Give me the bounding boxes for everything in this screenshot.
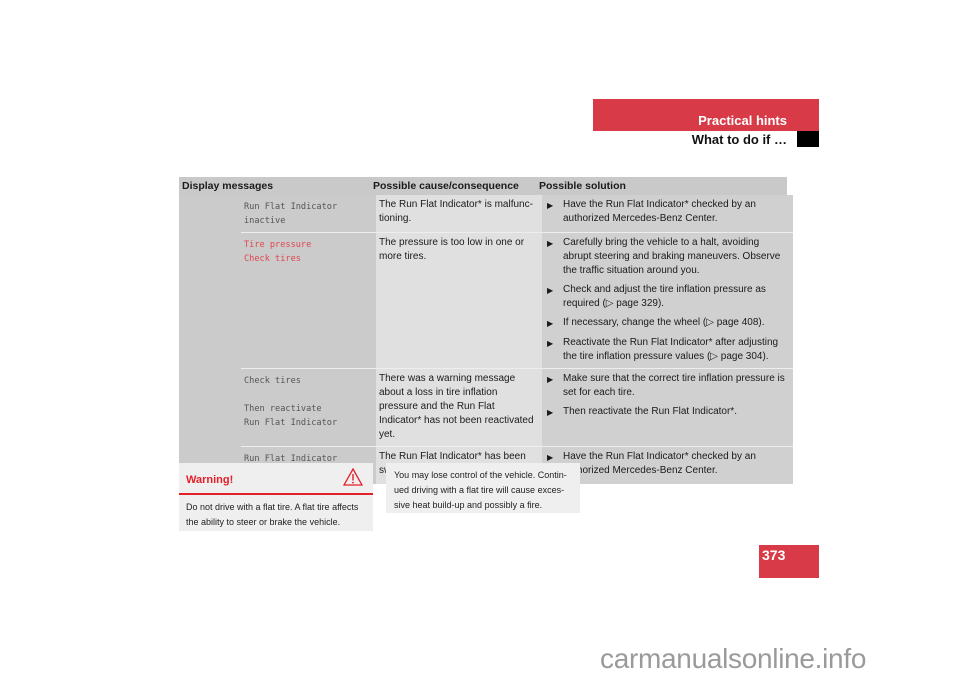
solution-cell: ▶ Make sure that the correct tire inflati… — [542, 369, 793, 446]
column-header-cause: Possible cause/consequence — [373, 180, 519, 192]
cause-text: There was a warning message about a loss… — [376, 369, 542, 446]
page-number: 373 — [762, 547, 786, 563]
table-header: Display messages Possible cause/conseque… — [179, 177, 787, 195]
table-row: Tire pressure Check tires The pressure is… — [241, 232, 793, 368]
display-message: Check tires Then reactivate Run Flat Ind… — [241, 369, 376, 446]
solution-item: ▶ Make sure that the correct tire inflati… — [545, 372, 789, 400]
display-messages-table: Display messages Possible cause/conseque… — [179, 177, 793, 484]
display-message: Run Flat Indicator inactive — [241, 195, 376, 232]
arrow-right-icon: ▶ — [547, 375, 554, 384]
section-title: Practical hints — [698, 113, 787, 128]
warning-box: Warning! Do not drive with a flat tire. … — [179, 463, 373, 531]
solution-text: Check and adjust the tire inflation pres… — [563, 284, 766, 309]
arrow-right-icon: ▶ — [547, 286, 554, 295]
table-row: Run Flat Indicator inactive The Run Flat … — [241, 195, 793, 232]
solution-cell: ▶ Have the Run Flat Indicator* checked by… — [542, 195, 793, 232]
column-header-display-messages: Display messages — [182, 180, 274, 192]
section-marker — [797, 131, 819, 147]
solution-text: Reactivate the Run Flat Indicator* after… — [563, 337, 779, 362]
arrow-right-icon: ▶ — [547, 201, 554, 210]
section-header-band: Practical hints — [593, 99, 819, 131]
solution-text: Carefully bring the vehicle to a halt, a… — [563, 237, 781, 276]
solution-text: Have the Run Flat Indicator* checked by … — [563, 199, 756, 224]
arrow-right-icon: ▶ — [547, 339, 554, 348]
solution-item: ▶ Carefully bring the vehicle to a halt, … — [545, 236, 789, 278]
table-row: Check tires Then reactivate Run Flat Ind… — [241, 368, 793, 446]
solution-cell: ▶ Carefully bring the vehicle to a halt, … — [542, 233, 793, 368]
subsection-title: What to do if … — [691, 132, 787, 147]
warning-continuation-box: You may lose control of the vehicle. Con… — [386, 463, 580, 513]
arrow-right-icon: ▶ — [547, 319, 554, 328]
display-message: Tire pressure Check tires — [241, 233, 376, 368]
solution-item: ▶ Reactivate the Run Flat Indicator* afte… — [545, 336, 789, 364]
page-number-badge: 373 — [759, 545, 819, 578]
warning-triangle-icon — [343, 468, 363, 486]
solution-text: If necessary, change the wheel (▷ page 4… — [563, 317, 765, 328]
watermark: carmanualsonline.info — [600, 643, 867, 674]
solution-item: ▶ Then reactivate the Run Flat Indicator*… — [545, 405, 789, 420]
solution-text: Have the Run Flat Indicator* checked by … — [563, 451, 756, 476]
solution-item: ▶ Check and adjust the tire inflation pre… — [545, 283, 789, 311]
table-body: Run Flat Indicator inactive The Run Flat … — [179, 195, 793, 484]
warning-continuation-text: You may lose control of the vehicle. Con… — [394, 470, 567, 510]
solution-item: ▶ Have the Run Flat Indicator* checked by… — [545, 450, 789, 478]
table-rows: Run Flat Indicator inactive The Run Flat … — [241, 195, 793, 484]
arrow-right-icon: ▶ — [547, 239, 554, 248]
solution-text: Then reactivate the Run Flat Indicator*. — [563, 406, 737, 417]
warning-divider — [179, 493, 373, 495]
cause-text: The Run Flat Indicator* is malfunc-tioni… — [376, 195, 542, 232]
solution-item: ▶ If necessary, change the wheel (▷ page … — [545, 316, 789, 331]
warning-text: Do not drive with a flat tire. A flat ti… — [186, 502, 359, 527]
column-header-solution: Possible solution — [539, 180, 626, 192]
warning-title: Warning! — [186, 474, 234, 486]
arrow-right-icon: ▶ — [547, 408, 554, 417]
solution-text: Make sure that the correct tire inflatio… — [563, 373, 785, 398]
solution-item: ▶ Have the Run Flat Indicator* checked by… — [545, 198, 789, 226]
cause-text: The pressure is too low in one or more t… — [376, 233, 542, 368]
table-indent-column — [179, 195, 241, 484]
